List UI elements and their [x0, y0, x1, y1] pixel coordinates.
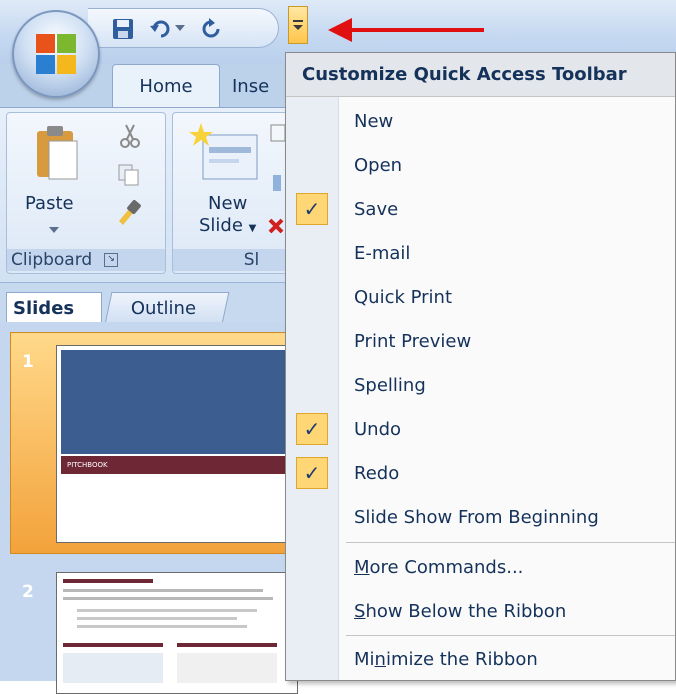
dialog-launcher-icon[interactable]: ↘	[104, 253, 119, 267]
slides-group: New Slide ▼ Sl	[172, 112, 290, 274]
menu-separator	[346, 542, 675, 543]
checkmark-icon: ✓	[296, 457, 328, 489]
menu-item-undo[interactable]: ✓ Undo	[286, 407, 675, 451]
red-arrow-annotation	[328, 18, 484, 42]
new-slide-icon[interactable]	[189, 123, 259, 188]
paste-dropdown-icon[interactable]	[49, 219, 59, 240]
menu-item-slide-show-from-beginning[interactable]: Slide Show From Beginning	[286, 495, 675, 539]
checkmark-icon: ✓	[296, 413, 328, 445]
menu-item-show-below-ribbon[interactable]: Show Below the Ribbon	[286, 589, 675, 633]
slide2-text-line	[77, 617, 237, 620]
new-slide-dropdown-icon[interactable]: ▼	[249, 223, 257, 234]
slide-title-block	[61, 350, 293, 454]
menu-item-more-commands[interactable]: More Commands...	[286, 545, 675, 589]
customize-qat-menu: Customize Quick Access Toolbar New Open …	[285, 52, 676, 681]
slide-thumbnail-2[interactable]	[56, 572, 298, 694]
slide2-subtitle-line	[63, 643, 163, 647]
delete-slide-icon[interactable]	[267, 217, 285, 240]
slide-number-2: 2	[22, 582, 34, 602]
menu-item-save[interactable]: ✓ Save	[286, 187, 675, 231]
slide-number-1: 1	[22, 352, 34, 372]
slide2-content-box	[63, 653, 163, 683]
menu-separator	[346, 635, 675, 636]
menu-item-new[interactable]: New	[286, 99, 675, 143]
menu-item-minimize-ribbon[interactable]: Minimize the Ribbon	[286, 637, 675, 681]
slide2-text-line	[77, 609, 257, 612]
customize-qat-dropdown-button[interactable]	[288, 6, 308, 44]
slide2-text-line	[63, 589, 263, 592]
menu-item-email[interactable]: E-mail	[286, 231, 675, 275]
clipboard-group: Paste Clipboard ↘	[6, 112, 166, 274]
cut-icon[interactable]	[119, 123, 141, 154]
slide2-title-line	[63, 579, 153, 583]
layout-icon[interactable]	[269, 123, 286, 148]
tab-home[interactable]: Home	[112, 64, 220, 108]
office-logo-icon	[36, 34, 76, 74]
clipboard-group-label: Clipboard ↘	[7, 249, 165, 271]
menu-item-redo[interactable]: ✓ Redo	[286, 451, 675, 495]
menu-item-print-preview[interactable]: Print Preview	[286, 319, 675, 363]
paste-icon[interactable]	[35, 125, 79, 186]
new-slide-button[interactable]: New Slide ▼	[199, 193, 256, 240]
redo-icon[interactable]	[196, 14, 226, 44]
tab-outline[interactable]: Outline	[104, 292, 230, 324]
slide2-content-box	[177, 653, 277, 683]
slides-group-label: Sl	[173, 249, 290, 271]
reset-icon[interactable]	[269, 173, 285, 198]
slide2-subtitle-line	[177, 643, 277, 647]
tab-insert[interactable]: Inse	[232, 76, 269, 97]
menu-item-quick-print[interactable]: Quick Print	[286, 275, 675, 319]
save-icon[interactable]	[108, 14, 138, 44]
undo-dropdown-icon[interactable]	[172, 14, 188, 44]
quick-access-toolbar	[88, 8, 279, 48]
menu-item-spelling[interactable]: Spelling	[286, 363, 675, 407]
paste-button[interactable]: Paste	[25, 193, 74, 214]
menu-item-open[interactable]: Open	[286, 143, 675, 187]
menu-title: Customize Quick Access Toolbar	[286, 53, 675, 97]
format-painter-icon[interactable]	[115, 199, 143, 230]
slide-thumbnail-1[interactable]: PITCHBOOK	[56, 345, 298, 543]
tab-slides[interactable]: Slides	[6, 292, 102, 324]
slide2-text-line	[63, 597, 273, 600]
copy-icon[interactable]	[117, 163, 141, 192]
slide2-text-line	[77, 625, 247, 628]
slide-caption-band: PITCHBOOK	[61, 456, 293, 474]
checkmark-icon: ✓	[296, 193, 328, 225]
office-button[interactable]	[12, 10, 100, 98]
